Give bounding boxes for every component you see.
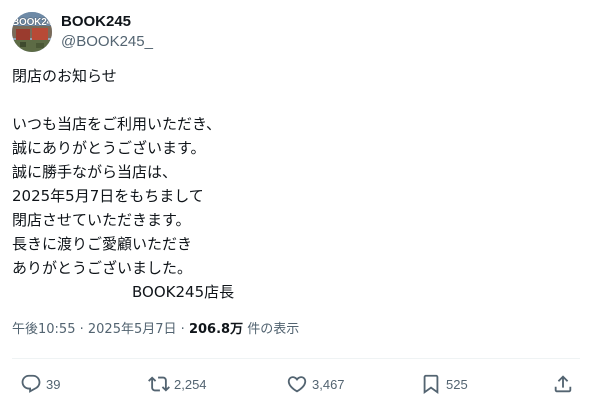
repost-icon	[148, 376, 170, 392]
views-label: 件の表示	[247, 322, 300, 337]
author-names: BOOK245 @BOOK245_	[61, 12, 153, 52]
action-bar: 39 2,254 3,467 525	[12, 370, 580, 398]
repost-button[interactable]: 2,254	[148, 370, 207, 398]
post-signature: BOOK245店長	[132, 283, 235, 301]
post-meta: 午後10:55 · 2025年5月7日 · 206.8万 件の表示	[12, 320, 299, 340]
post-line: 2025年5月7日をもちまして	[12, 187, 204, 205]
share-button[interactable]	[552, 370, 574, 398]
user-handle[interactable]: @BOOK245_	[61, 32, 153, 52]
like-button[interactable]: 3,467	[286, 370, 345, 398]
post-line: 長きに渡りご愛顧いただき	[12, 235, 193, 253]
bookmark-button[interactable]: 525	[420, 370, 468, 398]
post-line: 誠にありがとうございます。	[12, 139, 206, 157]
repost-count: 2,254	[174, 376, 207, 392]
post-header: BOOK245 BOOK245 @BOOK245_	[12, 10, 153, 54]
heart-icon	[287, 376, 307, 393]
post-line: 閉店のお知らせ	[12, 67, 117, 85]
reply-icon	[21, 374, 41, 393]
reply-button[interactable]: 39	[20, 370, 60, 398]
reply-count: 39	[46, 376, 61, 392]
like-count: 3,467	[312, 376, 345, 392]
display-name[interactable]: BOOK245	[61, 12, 153, 32]
views-count[interactable]: 206.8万	[189, 322, 243, 337]
post-line: 誠に勝手ながら当店は、	[12, 163, 178, 181]
post-line	[12, 88, 572, 112]
divider	[12, 358, 580, 359]
meta-separator: ·	[180, 322, 185, 337]
bookmark-count: 525	[446, 376, 468, 392]
bookmark-icon	[423, 374, 439, 395]
post-time[interactable]: 午後10:55	[12, 322, 75, 337]
avatar-logo-text: BOOK245	[12, 17, 52, 28]
post-line: 閉店させていただきます。	[12, 211, 191, 229]
share-icon	[554, 375, 572, 393]
post-line: ありがとうございました。	[12, 259, 193, 277]
post-date[interactable]: 2025年5月7日	[88, 322, 177, 337]
post: BOOK245 BOOK245 @BOOK245_ 閉店のお知らせ いつも当店を…	[0, 0, 592, 413]
post-text: 閉店のお知らせ いつも当店をご利用いただき、 誠にありがとうございます。 誠に勝…	[12, 64, 572, 304]
avatar[interactable]: BOOK245	[12, 12, 52, 52]
meta-separator: ·	[79, 322, 84, 337]
post-line: いつも当店をご利用いただき、	[12, 115, 221, 133]
